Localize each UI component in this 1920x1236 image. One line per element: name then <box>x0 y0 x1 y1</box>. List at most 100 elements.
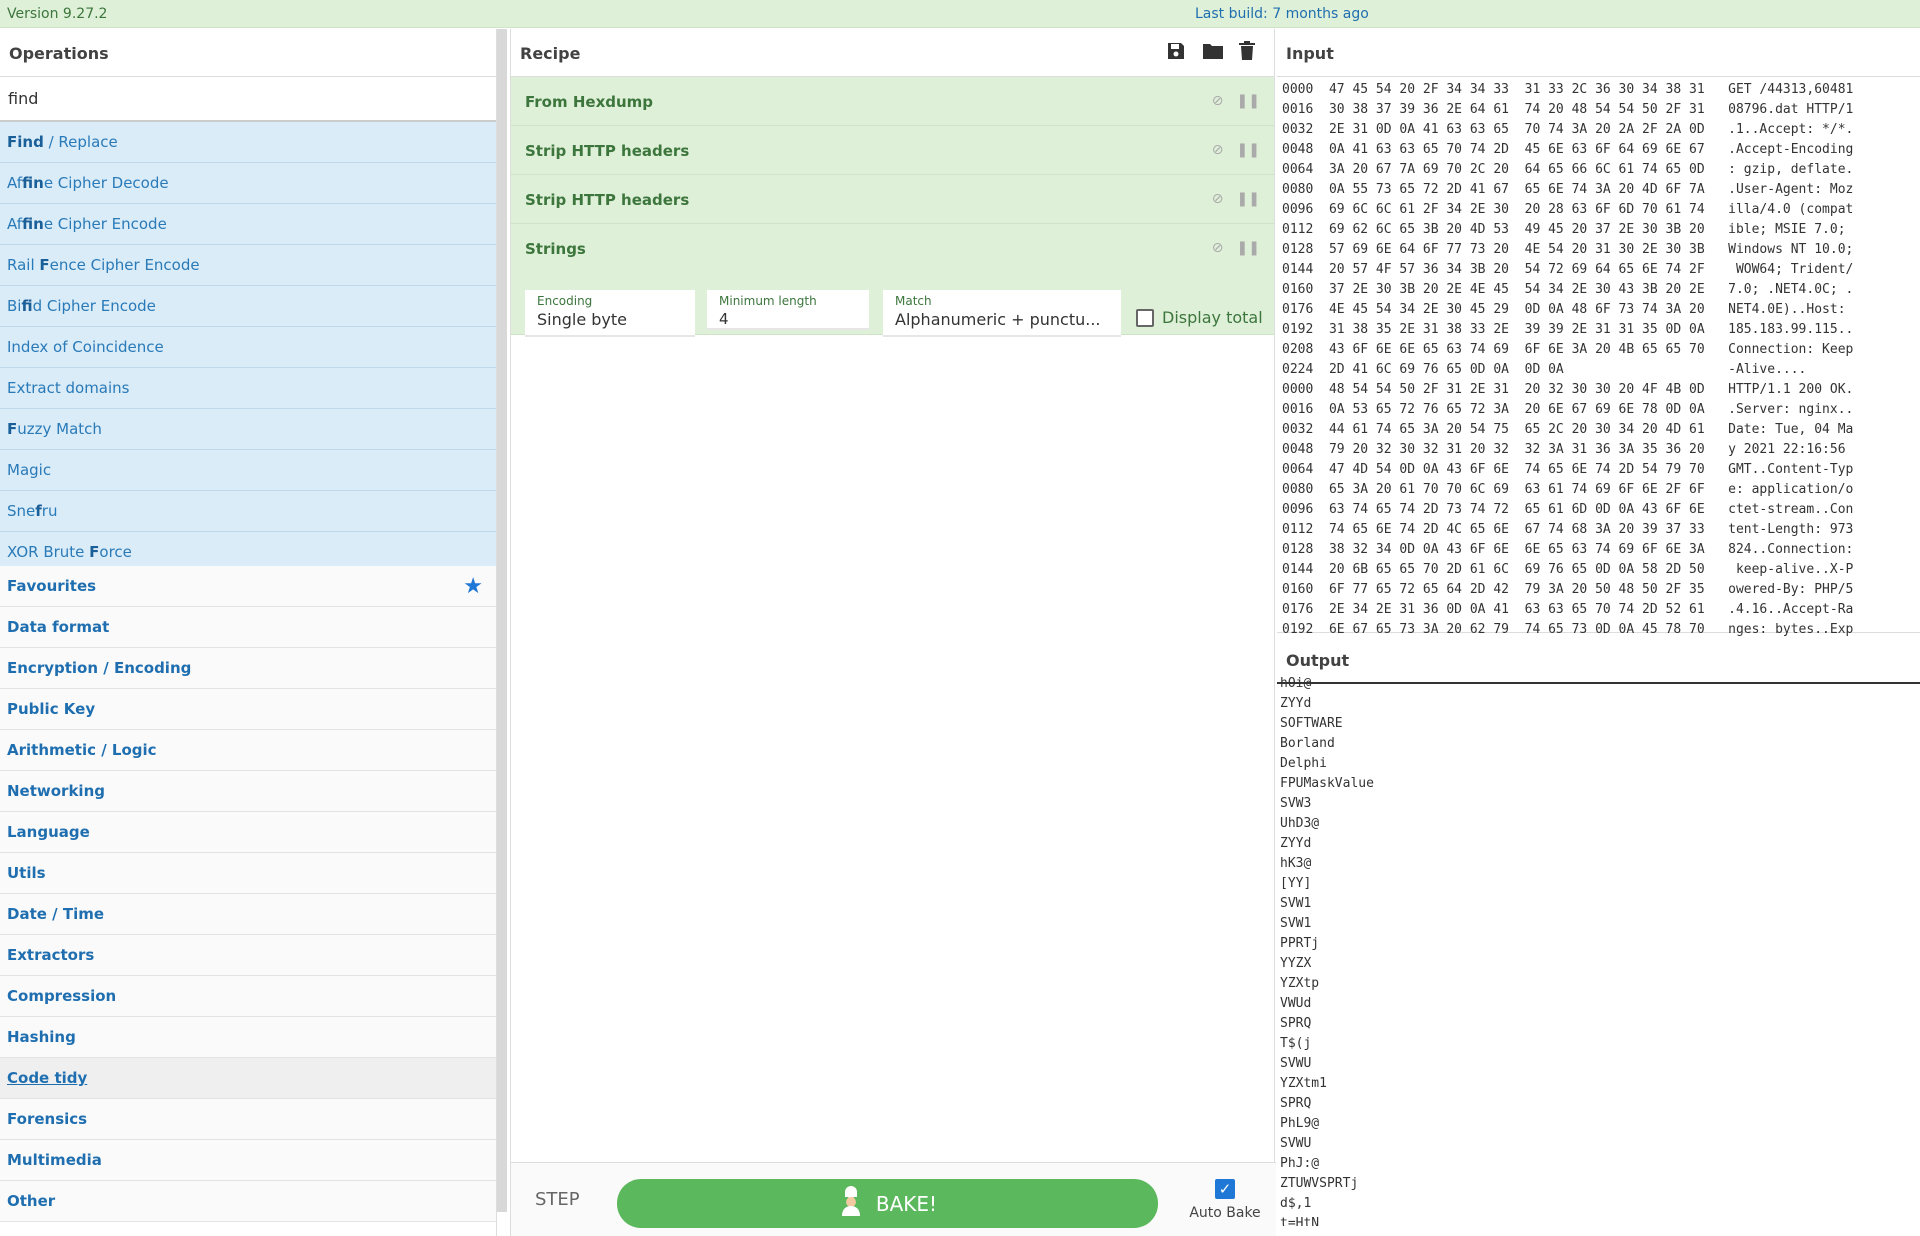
search-result-item[interactable]: Index of Coincidence <box>0 327 496 368</box>
output-line: hOi@ <box>1280 676 1312 691</box>
category-label: Forensics <box>7 1110 88 1128</box>
pause-icon[interactable]: ❚❚ <box>1237 191 1260 207</box>
category-label: Other <box>7 1192 56 1210</box>
category-label: Code tidy <box>7 1069 88 1087</box>
checkmark-icon[interactable]: ✓ <box>1215 1179 1235 1199</box>
disable-icon[interactable]: ⊘ <box>1212 191 1224 207</box>
output-line: SVWU <box>1280 1056 1312 1071</box>
checkbox-icon[interactable] <box>1136 308 1154 327</box>
category-item[interactable]: Other <box>0 1181 496 1222</box>
result-text-bold: fin <box>22 174 44 192</box>
search-result-item[interactable]: Extract domains <box>0 368 496 409</box>
category-item[interactable]: Networking <box>0 771 496 812</box>
search-result-item[interactable]: Find / Replace <box>0 122 496 163</box>
category-item[interactable]: Language <box>0 812 496 853</box>
result-text-post: ence Cipher Encode <box>49 256 200 274</box>
disable-icon[interactable]: ⊘ <box>1212 93 1224 109</box>
version-label: Version 9.27.2 <box>7 6 108 22</box>
step-button[interactable]: STEP <box>535 1189 580 1210</box>
hexdump-line: 0064 3A 20 67 7A 69 70 2C 20 64 65 66 6C… <box>1282 162 1854 177</box>
input-panel: Input 0000 47 45 54 20 2F 34 34 33 31 33… <box>1277 29 1920 637</box>
category-item[interactable]: Utils <box>0 853 496 894</box>
category-item[interactable]: Multimedia <box>0 1140 496 1181</box>
hexdump-line: 0080 0A 55 73 65 72 2D 41 67 65 6E 74 3A… <box>1282 182 1854 197</box>
search-result-item[interactable]: Rail Fence Cipher Encode <box>0 245 496 286</box>
operations-search-input[interactable]: find <box>0 77 496 122</box>
ingredient-strings[interactable]: Strings ⊘ ❚❚ Encoding Single byte Minimum… <box>511 224 1274 337</box>
result-text-post: e Cipher Decode <box>43 174 169 192</box>
chef-icon <box>838 1186 864 1221</box>
minimum-length-input[interactable]: Minimum length 4 <box>707 290 869 330</box>
ingredient-from-hexdump[interactable]: From Hexdump ⊘ ❚❚ <box>511 77 1274 126</box>
top-status-bar: Version 9.27.2 Last build: 7 months ago <box>0 0 1920 28</box>
match-select[interactable]: Match Alphanumeric + punctu... <box>883 290 1121 337</box>
last-build-link[interactable]: Last build: 7 months ago <box>1195 6 1369 22</box>
result-text-bold: F <box>89 543 100 561</box>
bake-button[interactable]: BAKE! <box>617 1179 1158 1228</box>
category-item[interactable]: Extractors <box>0 935 496 976</box>
output-textarea[interactable]: hOi@ ZYYd SOFTWARE Borland Delphi FPUMaskValu… <box>1280 674 1374 1226</box>
category-item[interactable]: Hashing <box>0 1017 496 1058</box>
input-textarea[interactable]: 0000 47 45 54 20 2F 34 34 33 31 33 2C 36… <box>1282 80 1853 640</box>
output-line: SVWU <box>1280 1136 1312 1151</box>
operations-scrollbar[interactable] <box>497 29 507 1212</box>
output-line: SOFTWARE <box>1280 716 1343 731</box>
category-item[interactable]: Date / Time <box>0 894 496 935</box>
trash-icon[interactable] <box>1238 41 1260 63</box>
input-title: Input <box>1277 29 1920 77</box>
hexdump-line: 0160 6F 77 65 72 65 64 2D 42 79 3A 20 50… <box>1282 582 1854 597</box>
hexdump-line: 0048 79 20 32 30 32 31 20 32 32 3A 31 36… <box>1282 442 1854 457</box>
disable-icon[interactable]: ⊘ <box>1212 240 1224 256</box>
output-line: SPRQ <box>1280 1096 1312 1111</box>
search-result-item[interactable]: Bifid Cipher Encode <box>0 286 496 327</box>
ingredient-strip-http-headers[interactable]: Strip HTTP headers ⊘ ❚❚ <box>511 126 1274 175</box>
hexdump-line: 0016 30 38 37 39 36 2E 64 61 74 20 48 54… <box>1282 102 1854 117</box>
result-text-pre: Af <box>7 215 23 233</box>
category-item[interactable]: Data format <box>0 607 496 648</box>
star-icon: ★ <box>463 574 483 599</box>
pause-icon[interactable]: ❚❚ <box>1237 240 1260 256</box>
hexdump-line: 0176 2E 34 2E 31 36 0D 0A 41 63 63 65 70… <box>1282 602 1854 617</box>
hexdump-line: 0160 37 2E 30 3B 20 2E 4E 45 54 34 2E 30… <box>1282 282 1854 297</box>
operations-title: Operations <box>0 29 496 77</box>
result-text-bold: F <box>7 420 18 438</box>
output-line: ZYYd <box>1280 696 1312 711</box>
result-text-post: orce <box>99 543 132 561</box>
category-item[interactable]: Favourites ★ <box>0 566 496 607</box>
category-item[interactable]: Encryption / Encoding <box>0 648 496 689</box>
category-item[interactable]: Forensics <box>0 1099 496 1140</box>
categories-list: Favourites ★ Data format Encryption / Encod… <box>0 566 496 1222</box>
result-text-pre: Bi <box>7 297 22 315</box>
encoding-select[interactable]: Encoding Single byte <box>525 290 695 337</box>
auto-bake-checkbox[interactable]: ✓ Auto Bake <box>1185 1179 1265 1221</box>
search-result-item[interactable]: Snefru <box>0 491 496 532</box>
output-line: [YY] <box>1280 876 1312 891</box>
search-result-item[interactable]: Affine Cipher Decode <box>0 163 496 204</box>
category-item[interactable]: Arithmetic / Logic <box>0 730 496 771</box>
search-result-item[interactable]: Fuzzy Match <box>0 409 496 450</box>
ingredient-strip-http-headers[interactable]: Strip HTTP headers ⊘ ❚❚ <box>511 175 1274 224</box>
display-total-checkbox[interactable]: Display total <box>1136 308 1263 327</box>
search-result-item[interactable]: Magic <box>0 450 496 491</box>
match-label: Match <box>895 294 932 308</box>
folder-icon[interactable] <box>1202 41 1224 63</box>
pause-icon[interactable]: ❚❚ <box>1237 142 1260 158</box>
encoding-value: Single byte <box>537 310 628 329</box>
output-line: PhL9@ <box>1280 1116 1320 1131</box>
hexdump-line: 0000 48 54 54 50 2F 31 2E 31 20 32 30 30… <box>1282 382 1854 397</box>
bake-label: BAKE! <box>875 1191 938 1216</box>
disable-icon[interactable]: ⊘ <box>1212 142 1224 158</box>
output-line: hK3@ <box>1280 856 1312 871</box>
result-text-pre: Magic <box>7 461 52 479</box>
hexdump-line: 0016 0A 53 65 72 76 65 72 3A 20 6E 67 69… <box>1282 402 1854 417</box>
pause-icon[interactable]: ❚❚ <box>1237 93 1260 109</box>
category-item[interactable]: Public Key <box>0 689 496 730</box>
result-text-pre: XOR Brute <box>7 543 90 561</box>
category-label: Compression <box>7 987 117 1005</box>
category-item[interactable]: Compression <box>0 976 496 1017</box>
save-icon[interactable] <box>1166 41 1188 63</box>
search-result-item[interactable]: Affine Cipher Encode <box>0 204 496 245</box>
output-line: T$(j <box>1280 1036 1312 1051</box>
output-line: SVW1 <box>1280 916 1312 931</box>
category-item[interactable]: Code tidy <box>0 1058 496 1099</box>
